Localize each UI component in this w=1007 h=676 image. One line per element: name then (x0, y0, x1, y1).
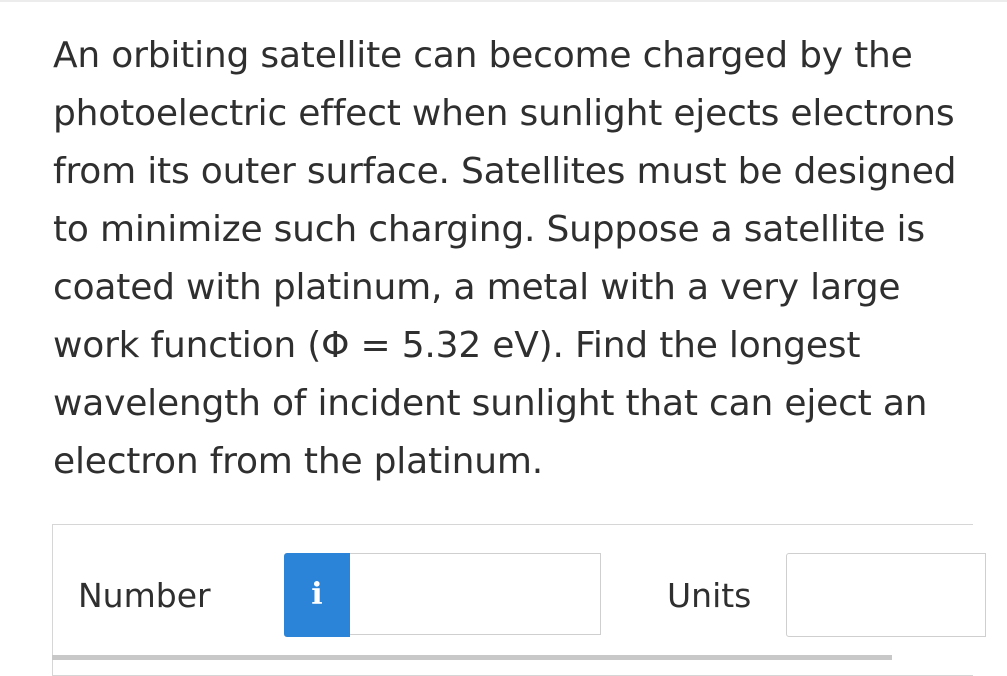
number-label: Number (78, 576, 211, 615)
answer-panel-bottom-border (52, 655, 892, 660)
units-select[interactable] (786, 553, 986, 637)
top-divider (0, 0, 1007, 2)
question-text: An orbiting satellite can become charged… (53, 35, 957, 482)
info-icon: i (311, 577, 323, 612)
info-button[interactable]: i (284, 553, 350, 637)
units-label: Units (667, 576, 752, 615)
number-input[interactable] (350, 553, 601, 635)
